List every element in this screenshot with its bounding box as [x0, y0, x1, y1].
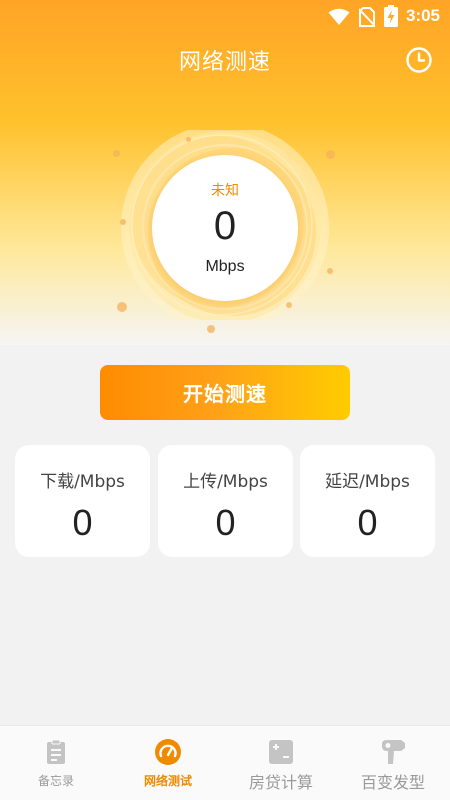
- download-card: 下载/Mbps 0: [15, 445, 150, 557]
- no-sim-icon: [359, 7, 375, 27]
- tab-hairstyle[interactable]: 百变发型: [337, 726, 449, 800]
- hairdryer-icon: [382, 740, 405, 764]
- tab-network-test[interactable]: 网络测试: [112, 726, 224, 800]
- status-time: 3:05: [405, 6, 440, 25]
- speed-unit: Mbps: [205, 258, 245, 275]
- upload-value: 0: [215, 502, 236, 543]
- decor-dot: [117, 302, 127, 312]
- upload-label: 上传/Mbps: [183, 472, 268, 492]
- download-label: 下载/Mbps: [40, 472, 125, 492]
- memo-icon: [47, 739, 65, 764]
- latency-card: 延迟/Mbps 0: [300, 445, 435, 557]
- latency-value: 0: [357, 502, 378, 543]
- latency-label: 延迟/Mbps: [325, 472, 410, 492]
- tab-memo[interactable]: 备忘录: [0, 726, 112, 800]
- decor-dot: [327, 268, 333, 274]
- decor-dot: [186, 137, 191, 142]
- battery-charging-icon: [384, 5, 398, 27]
- tab-mortgage-calc-label: 房贷计算: [248, 773, 313, 792]
- speed-status: 未知: [211, 183, 239, 199]
- download-value: 0: [72, 502, 93, 543]
- bottom-tab-bar: 备忘录 网络测试 房贷计算 百变发型: [0, 725, 450, 800]
- tab-memo-label: 备忘录: [37, 774, 74, 788]
- status-bar: 3:05: [0, 0, 450, 32]
- wifi-icon: [328, 8, 350, 25]
- speed-value: 0: [213, 204, 237, 248]
- tab-hairstyle-label: 百变发型: [360, 773, 425, 792]
- tab-mortgage-calc[interactable]: 房贷计算: [225, 726, 337, 800]
- decor-dot: [207, 325, 215, 333]
- speedometer-icon: [155, 739, 181, 765]
- decor-dot: [286, 302, 292, 308]
- tab-network-test-label: 网络测试: [143, 774, 192, 788]
- decor-dot: [120, 219, 126, 225]
- page-title: 网络测速: [178, 50, 271, 75]
- start-test-button[interactable]: 开始测速: [100, 365, 350, 420]
- decor-dot: [113, 150, 120, 157]
- upload-card: 上传/Mbps 0: [158, 445, 293, 557]
- clock-icon[interactable]: [405, 46, 433, 74]
- calculator-icon: [269, 740, 293, 764]
- decor-dot: [326, 150, 335, 159]
